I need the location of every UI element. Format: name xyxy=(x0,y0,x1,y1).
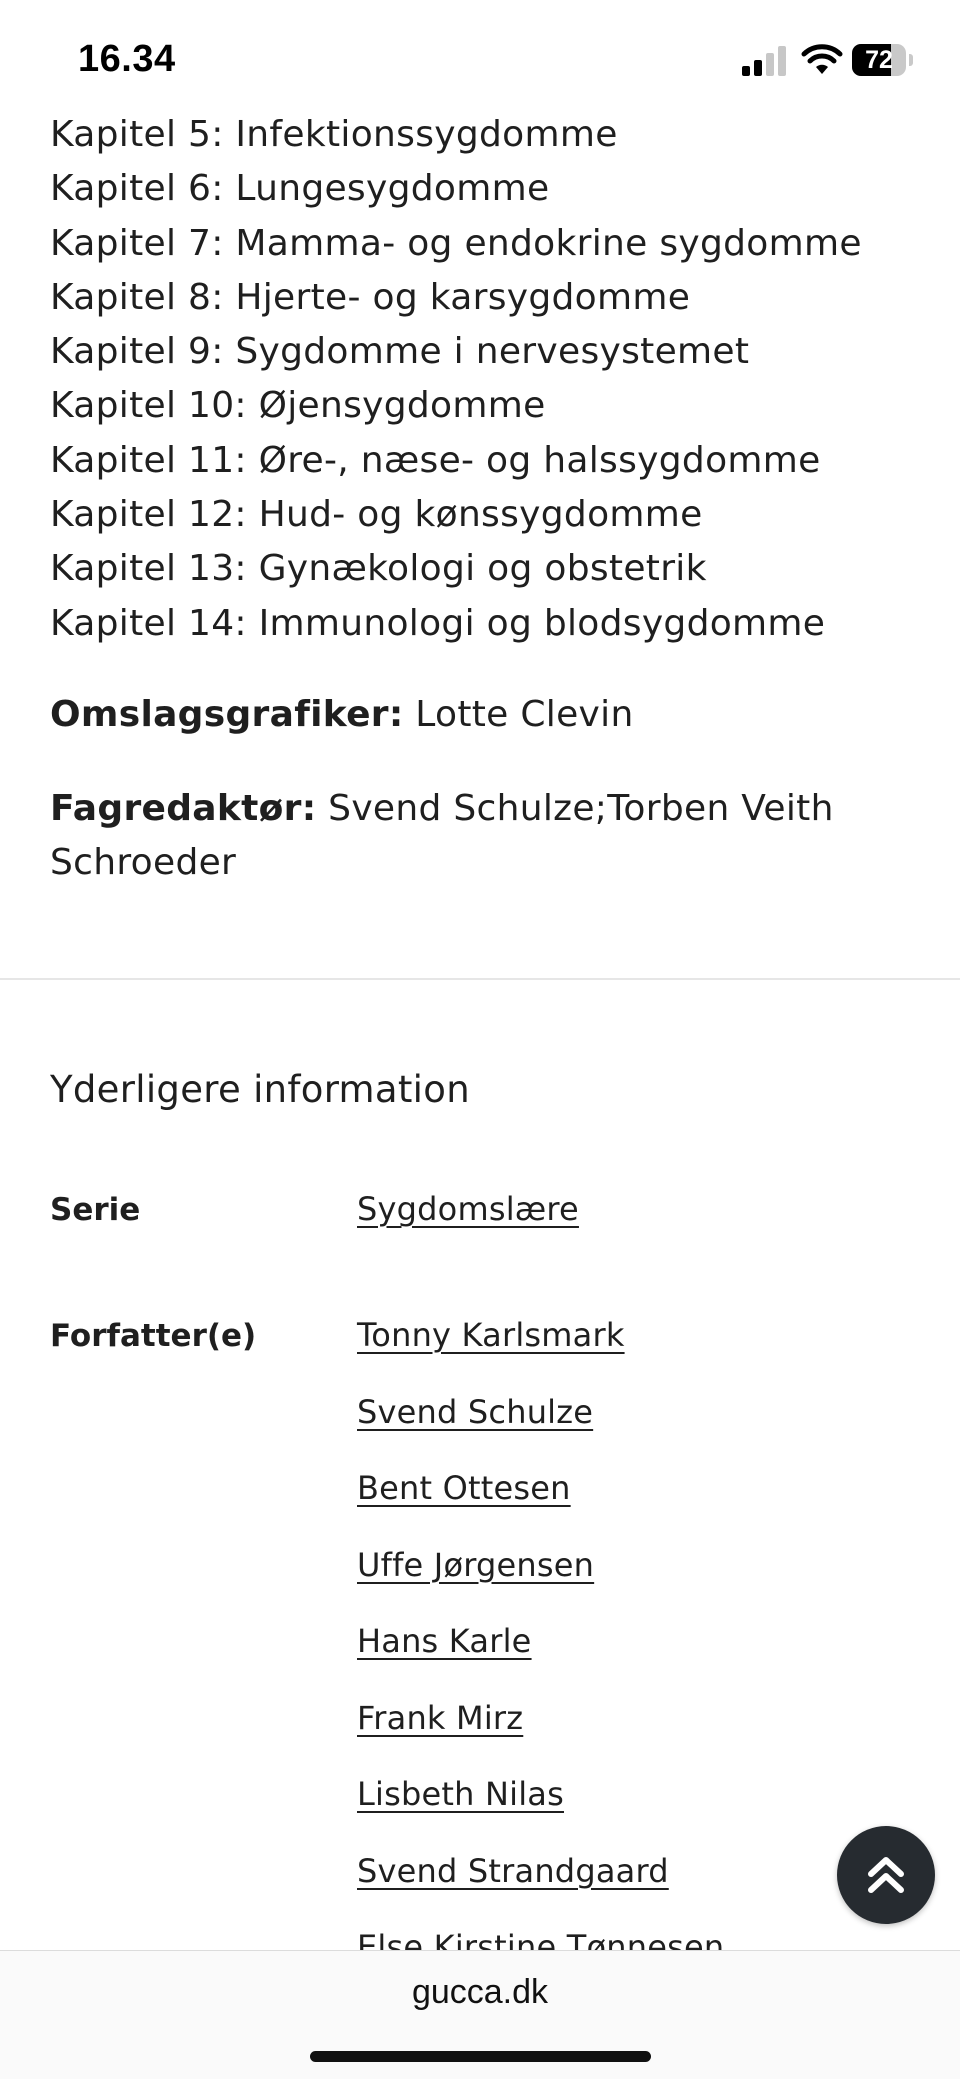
address-bar[interactable]: gucca.dk xyxy=(0,1973,960,2012)
chapter-item: Kapitel 11: Øre-, næse- og halssygdomme xyxy=(50,439,821,481)
double-chevron-up-icon xyxy=(868,1857,904,1893)
chapter-item: Kapitel 7: Mamma- og endokrine sygdomme xyxy=(50,222,862,264)
book-contents: Kapitel 5: Infektionssygdomme Kapitel 6: … xyxy=(50,108,930,651)
cover-designer: Omslagsgrafiker: Lotte Clevin xyxy=(50,688,930,742)
status-time: 16.34 xyxy=(78,38,176,80)
authors-label: Forfatter(e) xyxy=(50,1318,257,1354)
author-link[interactable]: Frank Mirz xyxy=(357,1699,523,1737)
author-link[interactable]: Bent Ottesen xyxy=(357,1469,571,1507)
cover-designer-label: Omslagsgrafiker: xyxy=(50,694,404,735)
author-link[interactable]: Tonny Karlsmark xyxy=(357,1316,625,1354)
home-indicator[interactable] xyxy=(310,2051,651,2062)
chapter-item: Kapitel 6: Lungesygdomme xyxy=(50,168,550,210)
chapter-item: Kapitel 9: Sygdomme i nervesystemet xyxy=(50,331,750,373)
wifi-icon xyxy=(800,42,844,76)
chapter-item: Kapitel 13: Gynækologi og obstetrik xyxy=(50,548,707,590)
author-link[interactable]: Lisbeth Nilas xyxy=(357,1775,564,1813)
browser-bottom-bar: gucca.dk xyxy=(0,1950,960,2079)
scroll-to-top-button[interactable] xyxy=(837,1826,935,1924)
editor: Fagredaktør: Svend Schulze;Torben Veith … xyxy=(50,782,910,890)
cover-designer-value: Lotte Clevin xyxy=(415,694,634,735)
author-link[interactable]: Svend Schulze xyxy=(357,1393,593,1431)
chapter-item: Kapitel 14: Immunologi og blodsygdomme xyxy=(50,602,826,644)
section-divider xyxy=(0,978,960,980)
series-link[interactable]: Sygdomslære xyxy=(357,1190,579,1228)
chapter-list: Kapitel 5: Infektionssygdomme Kapitel 6: … xyxy=(50,108,930,651)
author-link[interactable]: Hans Karle xyxy=(357,1622,532,1660)
chapter-item: Kapitel 12: Hud- og kønssygdomme xyxy=(50,494,703,536)
battery-percent: 72 xyxy=(865,46,893,74)
chapter-item: Kapitel 8: Hjerte- og karsygdomme xyxy=(50,276,691,318)
signal-icon xyxy=(742,44,788,76)
author-link[interactable]: Svend Strandgaard xyxy=(357,1852,669,1890)
author-link[interactable]: Uffe Jørgensen xyxy=(357,1546,594,1584)
status-bar: 16.34 72 xyxy=(0,0,960,115)
series-label: Serie xyxy=(50,1192,141,1228)
more-info-title: Yderligere information xyxy=(50,1068,470,1111)
chapter-item: Kapitel 5: Infektionssygdomme xyxy=(50,114,618,155)
editor-label: Fagredaktør: xyxy=(50,788,317,829)
chapter-item: Kapitel 10: Øjensygdomme xyxy=(50,385,546,427)
battery-icon: 72 xyxy=(852,44,914,76)
